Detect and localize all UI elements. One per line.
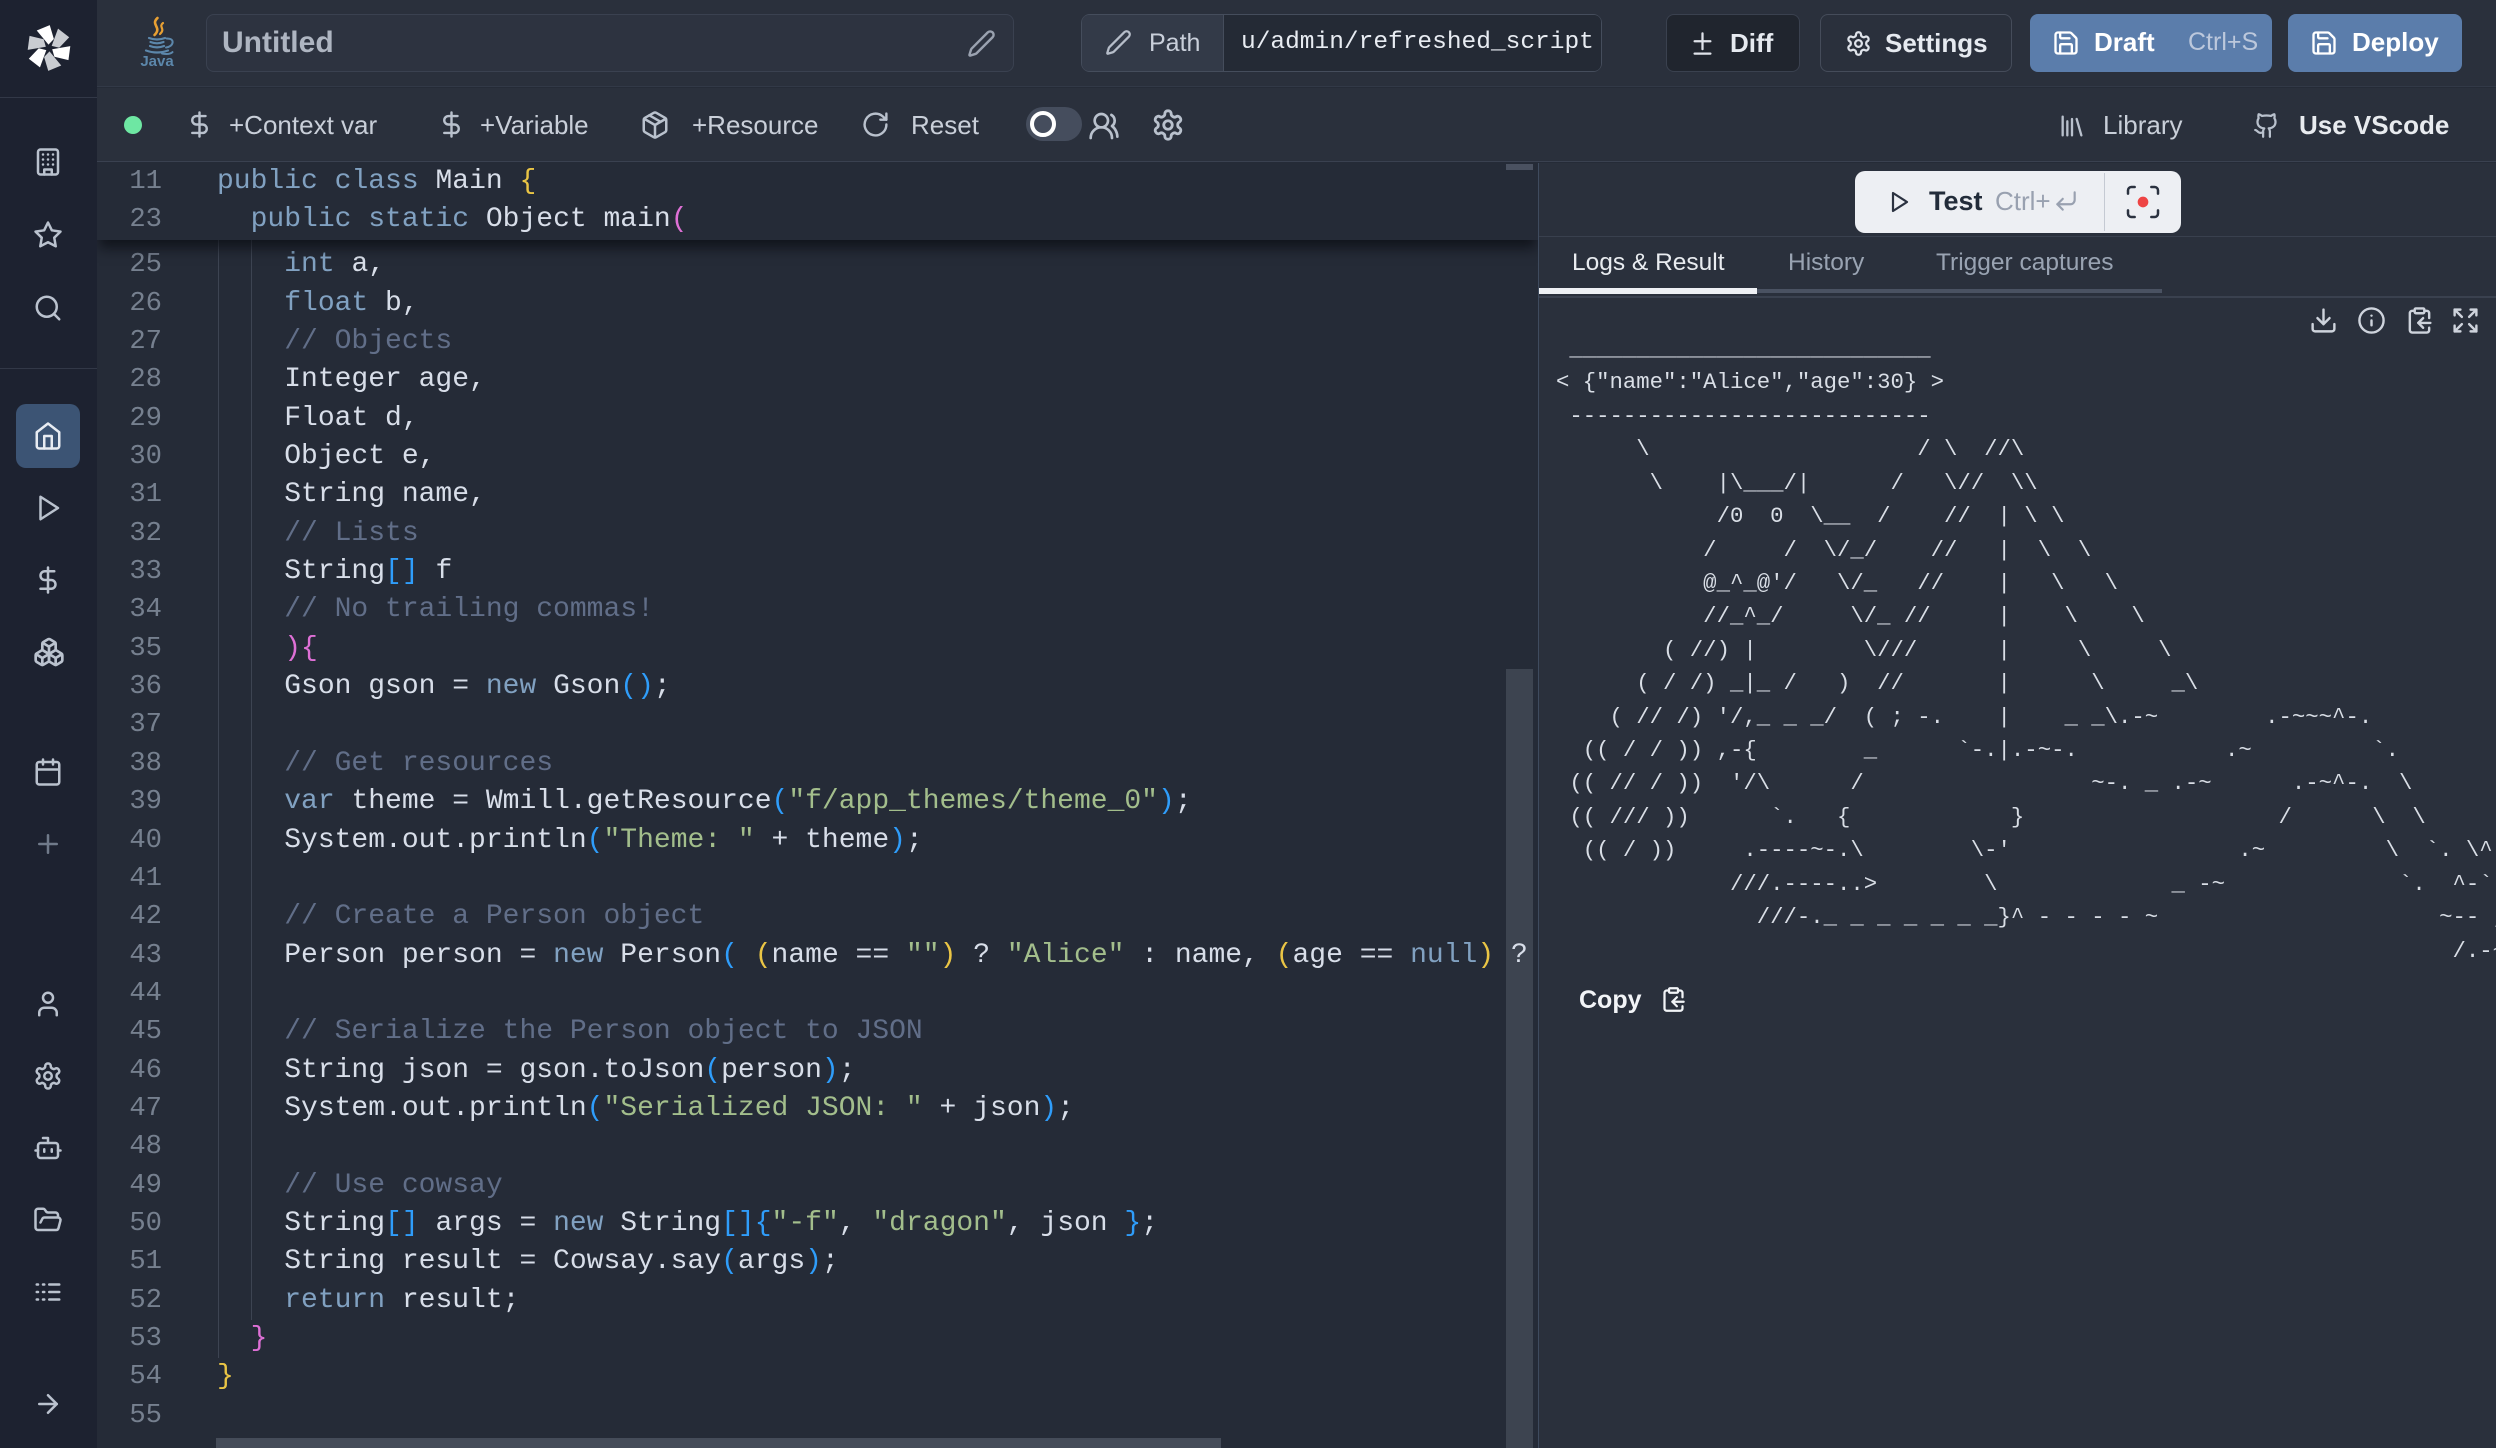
svg-text:Java: Java xyxy=(140,53,174,68)
